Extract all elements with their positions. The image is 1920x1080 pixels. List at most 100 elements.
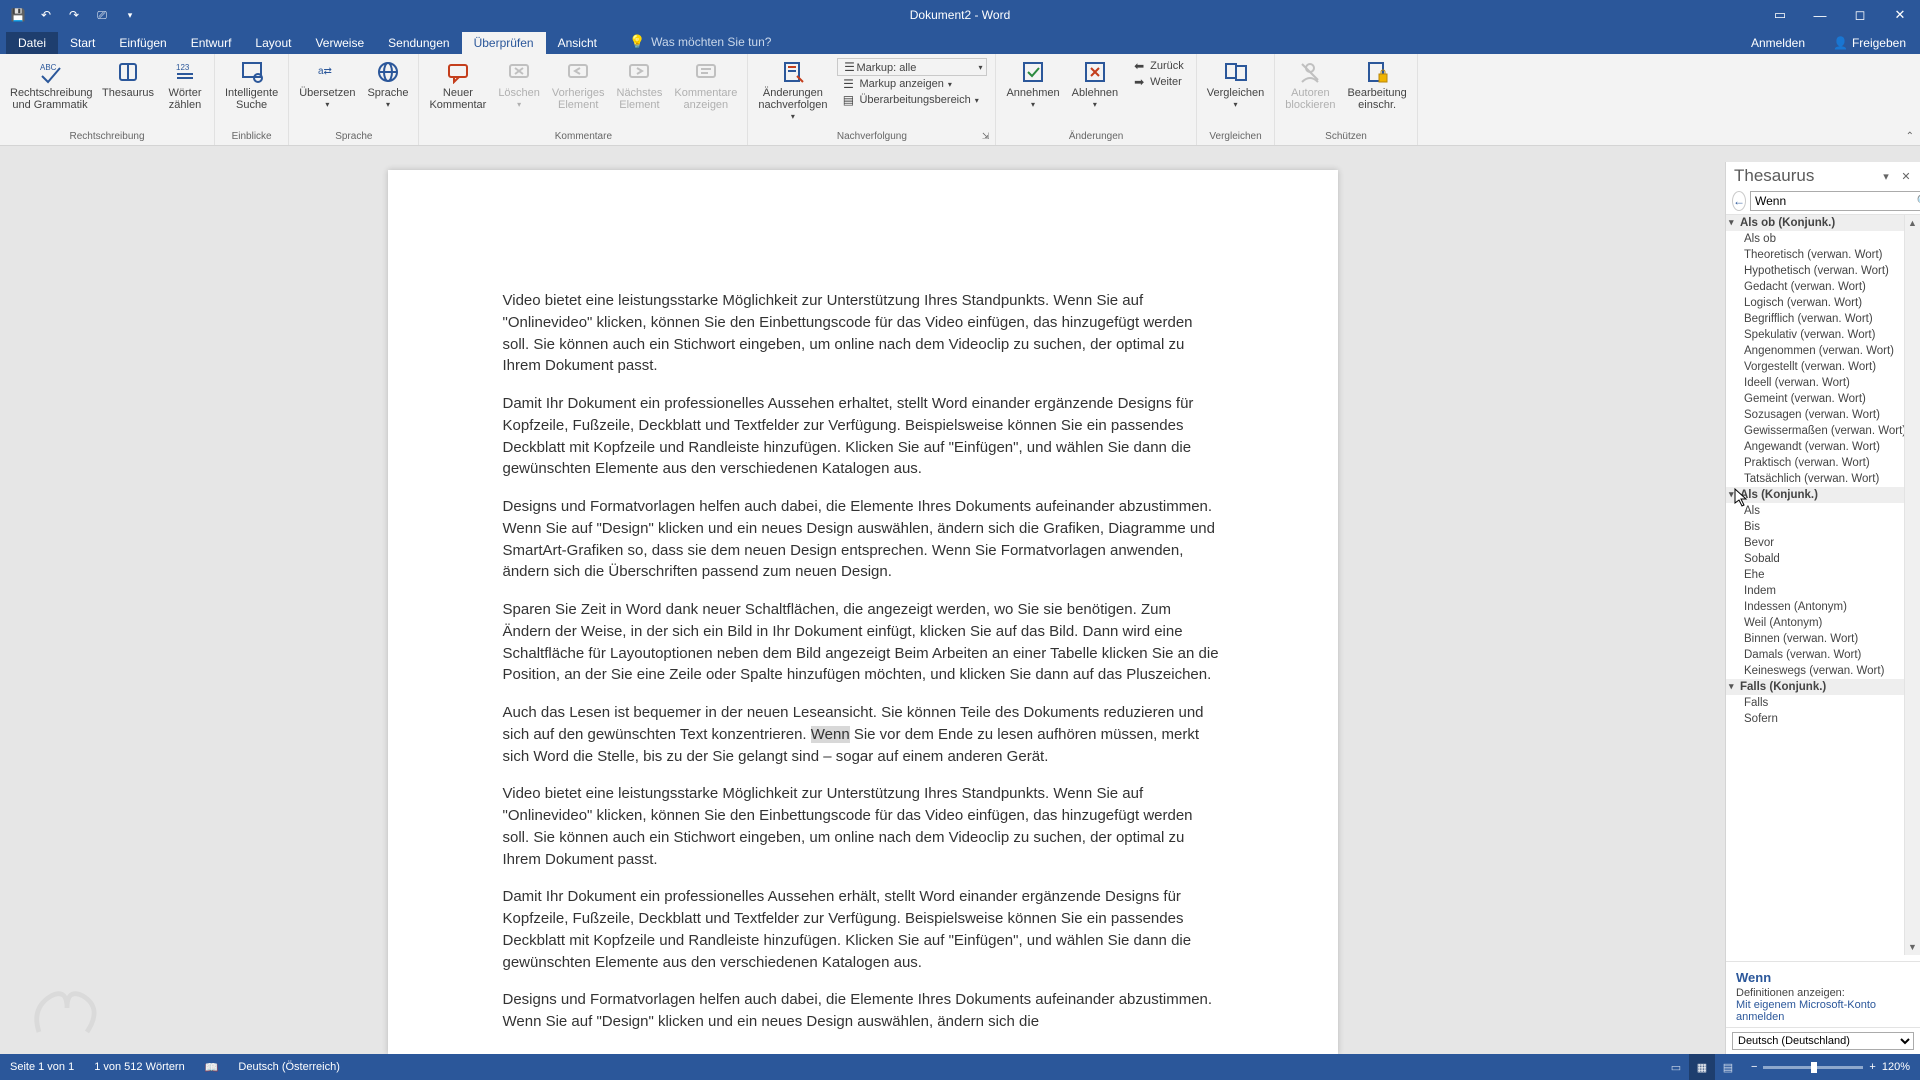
display-for-review-dropdown[interactable]: ☰Markup: alle ▾ — [837, 58, 987, 76]
previous-change-button[interactable]: ⬅ Zurück — [1128, 58, 1188, 74]
track-changes-button[interactable]: Änderungennachverfolgen ▾ — [752, 56, 833, 125]
web-layout-icon[interactable]: ▤ — [1715, 1054, 1741, 1080]
thesaurus-item[interactable]: Sofern — [1726, 711, 1904, 727]
pane-back-button[interactable]: ← — [1732, 191, 1746, 211]
thesaurus-item[interactable]: Keineswegs (verwan. Wort) — [1726, 663, 1904, 679]
thesaurus-item[interactable]: Hypothetisch (verwan. Wort) — [1726, 263, 1904, 279]
tab-insert[interactable]: Einfügen — [107, 32, 178, 54]
show-markup-dropdown[interactable]: ☰ Markup anzeigen ▾ — [837, 76, 987, 92]
reject-button[interactable]: Ablehnen ▾ — [1066, 56, 1125, 113]
thesaurus-item[interactable]: Binnen (verwan. Wort) — [1726, 631, 1904, 647]
pane-scrollbar[interactable]: ▲ ▼ — [1904, 215, 1920, 955]
thesaurus-item[interactable]: Praktisch (verwan. Wort) — [1726, 455, 1904, 471]
thesaurus-item[interactable]: Sozusagen (verwan. Wort) — [1726, 407, 1904, 423]
next-change-button[interactable]: ➡ Weiter — [1128, 74, 1188, 90]
touch-mode-icon[interactable]: ⎚ — [92, 5, 112, 25]
maximize-icon[interactable]: ◻ — [1840, 0, 1880, 30]
thesaurus-item[interactable]: Als — [1726, 503, 1904, 519]
spelling-button[interactable]: ABC Rechtschreibungund Grammatik — [4, 56, 96, 113]
language-select[interactable]: Deutsch (Deutschland) — [1732, 1032, 1914, 1050]
zoom-out-button[interactable]: − — [1751, 1061, 1757, 1073]
tab-layout[interactable]: Layout — [243, 32, 303, 54]
sign-in-link[interactable]: Anmelden — [1737, 32, 1819, 54]
thesaurus-item[interactable]: Bevor — [1726, 535, 1904, 551]
thesaurus-item[interactable]: Damals (verwan. Wort) — [1726, 647, 1904, 663]
redo-icon[interactable]: ↷ — [64, 5, 84, 25]
thesaurus-item[interactable]: Vorgestellt (verwan. Wort) — [1726, 359, 1904, 375]
compare-button[interactable]: Vergleichen ▾ — [1201, 56, 1271, 113]
thesaurus-item[interactable]: Gewissermaßen (verwan. Wort) — [1726, 423, 1904, 439]
thesaurus-item[interactable]: Ideell (verwan. Wort) — [1726, 375, 1904, 391]
qat-customize-icon[interactable]: ▾ — [120, 5, 140, 25]
thesaurus-item[interactable]: Weil (Antonym) — [1726, 615, 1904, 631]
reviewing-pane-dropdown[interactable]: ▤ Überarbeitungsbereich ▾ — [837, 92, 987, 108]
tell-me-search[interactable]: 💡 Was möchten Sie tun? — [621, 30, 779, 54]
zoom-slider[interactable] — [1763, 1066, 1863, 1069]
thesaurus-item[interactable]: Gemeint (verwan. Wort) — [1726, 391, 1904, 407]
thesaurus-item[interactable]: Sobald — [1726, 551, 1904, 567]
thesaurus-item[interactable]: Ehe — [1726, 567, 1904, 583]
thesaurus-button[interactable]: Thesaurus — [96, 56, 160, 101]
close-icon[interactable]: ✕ — [1880, 0, 1920, 30]
translate-button[interactable]: a⇄ Übersetzen ▾ — [293, 56, 361, 113]
thesaurus-item[interactable]: Spekulativ (verwan. Wort) — [1726, 327, 1904, 343]
ribbon-display-icon[interactable]: ▭ — [1760, 0, 1800, 30]
thesaurus-item[interactable]: Angewandt (verwan. Wort) — [1726, 439, 1904, 455]
thesaurus-item[interactable]: Angenommen (verwan. Wort) — [1726, 343, 1904, 359]
paragraph: Sparen Sie Zeit in Word dank neuer Schal… — [503, 599, 1223, 686]
pane-close-icon[interactable]: ✕ — [1898, 168, 1914, 184]
tab-view[interactable]: Ansicht — [546, 32, 609, 54]
pane-options-icon[interactable]: ▾ — [1878, 168, 1894, 184]
sign-in-link[interactable]: Mit eigenem Microsoft-Konto anmelden — [1736, 999, 1876, 1023]
share-button[interactable]: 👤 Freigeben — [1819, 32, 1920, 54]
quick-access-toolbar: 💾 ↶ ↷ ⎚ ▾ — [0, 5, 140, 25]
smart-lookup-button[interactable]: IntelligenteSuche — [219, 56, 284, 113]
language-indicator[interactable]: Deutsch (Österreich) — [228, 1061, 349, 1073]
tab-file[interactable]: Datei — [6, 32, 58, 54]
thesaurus-item[interactable]: Logisch (verwan. Wort) — [1726, 295, 1904, 311]
thesaurus-item[interactable]: Tatsächlich (verwan. Wort) — [1726, 471, 1904, 487]
pane-icon: ▤ — [841, 93, 855, 107]
thesaurus-item[interactable]: Gedacht (verwan. Wort) — [1726, 279, 1904, 295]
tab-mailings[interactable]: Sendungen — [376, 32, 461, 54]
tab-review[interactable]: Überprüfen — [462, 32, 546, 54]
new-comment-button[interactable]: NeuerKommentar — [423, 56, 492, 113]
group-label: Einblicke — [219, 129, 284, 145]
thesaurus-item[interactable]: Theoretisch (verwan. Wort) — [1726, 247, 1904, 263]
word-count-button[interactable]: 123 Wörterzählen — [160, 56, 210, 113]
thesaurus-item[interactable]: Bis — [1726, 519, 1904, 535]
zoom-controls: − + 120% — [1741, 1061, 1920, 1073]
tab-design[interactable]: Entwurf — [179, 32, 244, 54]
proofing-indicator[interactable]: 📖 — [195, 1061, 229, 1074]
page-indicator[interactable]: Seite 1 von 1 — [0, 1061, 84, 1073]
collapse-ribbon-icon[interactable]: ⌃ — [1906, 131, 1914, 142]
minimize-icon[interactable]: — — [1800, 0, 1840, 30]
thesaurus-item[interactable]: Als ob — [1726, 231, 1904, 247]
print-layout-icon[interactable]: ▦ — [1689, 1054, 1715, 1080]
thesaurus-category[interactable]: Als (Konjunk.) — [1726, 487, 1904, 503]
save-icon[interactable]: 💾 — [8, 5, 28, 25]
thesaurus-category[interactable]: Falls (Konjunk.) — [1726, 679, 1904, 695]
tab-start[interactable]: Start — [58, 32, 107, 54]
undo-icon[interactable]: ↶ — [36, 5, 56, 25]
thesaurus-search-input[interactable] — [1751, 192, 1914, 210]
zoom-in-button[interactable]: + — [1869, 1061, 1875, 1073]
tab-references[interactable]: Verweise — [303, 32, 376, 54]
thesaurus-item[interactable]: Indem — [1726, 583, 1904, 599]
search-icon[interactable]: 🔍 — [1914, 192, 1920, 210]
translate-icon: a⇄ — [315, 60, 339, 84]
thesaurus-item[interactable]: Indessen (Antonym) — [1726, 599, 1904, 615]
word-count-indicator[interactable]: 1 von 512 Wörtern — [84, 1061, 195, 1073]
status-bar: Seite 1 von 1 1 von 512 Wörtern 📖 Deutsc… — [0, 1054, 1920, 1080]
zoom-level[interactable]: 120% — [1882, 1061, 1910, 1073]
read-mode-icon[interactable]: ▭ — [1663, 1054, 1689, 1080]
scroll-up-icon[interactable]: ▲ — [1905, 215, 1920, 231]
document-page[interactable]: Video bietet eine leistungsstarke Möglic… — [388, 170, 1338, 1054]
thesaurus-item[interactable]: Falls — [1726, 695, 1904, 711]
language-button[interactable]: Sprache ▾ — [361, 56, 414, 113]
scroll-down-icon[interactable]: ▼ — [1905, 939, 1920, 955]
accept-button[interactable]: Annehmen ▾ — [1000, 56, 1065, 113]
thesaurus-category[interactable]: Als ob (Konjunk.) — [1726, 215, 1904, 231]
restrict-editing-button[interactable]: Bearbeitungeinschr. — [1341, 56, 1412, 113]
thesaurus-item[interactable]: Begrifflich (verwan. Wort) — [1726, 311, 1904, 327]
